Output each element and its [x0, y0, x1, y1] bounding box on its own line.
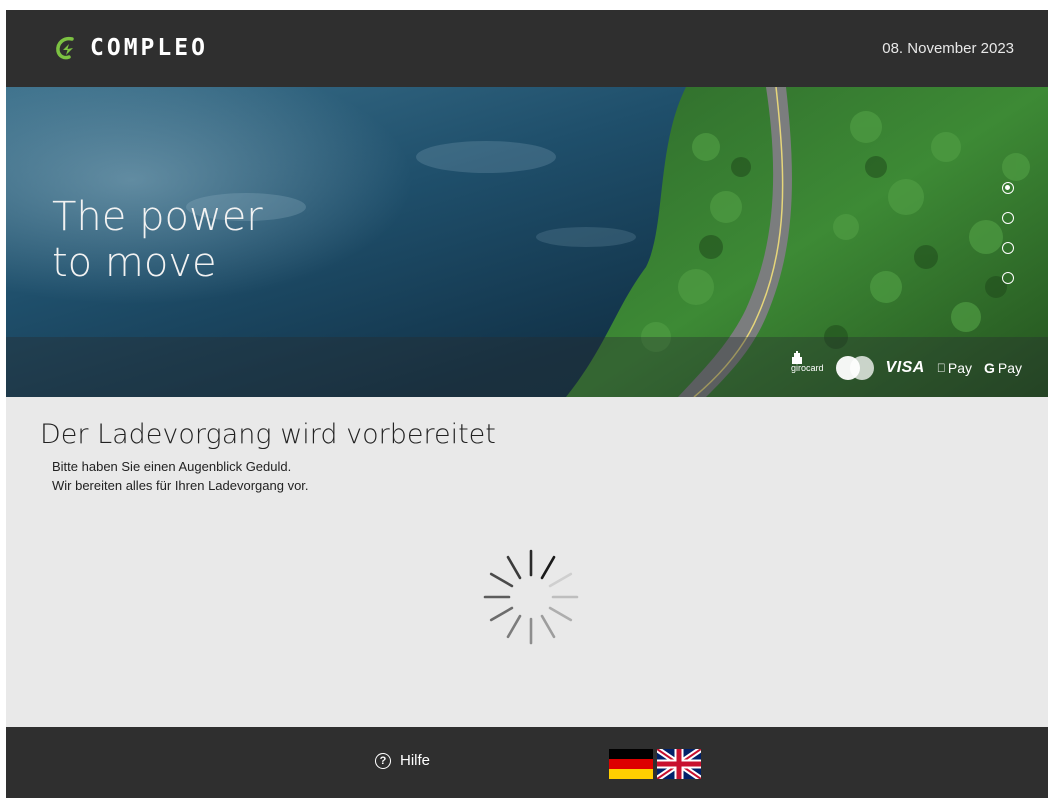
status-title: Der Ladevorgang wird vorbereitet — [40, 419, 496, 450]
tagline-line-1: The power — [52, 194, 263, 240]
tagline-line-2: to move — [52, 240, 217, 286]
hero-banner: The power to move girocard VISA Pay G Pa… — [6, 87, 1048, 397]
google-pay-logo: G Pay — [984, 360, 1022, 376]
status-panel: Der Ladevorgang wird vorbereitet Bitte h… — [6, 397, 1048, 727]
compleo-plug-icon — [56, 36, 74, 60]
top-bar: COMPLEO 08. November 2023 — [6, 10, 1048, 87]
charging-terminal-screen: COMPLEO 08. November 2023 The power to m… — [6, 10, 1048, 798]
carousel-indicators — [1002, 182, 1018, 302]
mastercard-icon — [835, 356, 874, 380]
language-selector — [609, 749, 701, 779]
brand-name: COMPLEO — [90, 35, 208, 61]
girocard-icon — [792, 351, 802, 364]
google-pay-label: Pay — [997, 360, 1022, 376]
apple-pay-logo:  Pay — [937, 360, 972, 376]
hero-tagline: The power to move — [52, 194, 263, 286]
payment-methods-bar: girocard VISA  Pay G Pay — [6, 337, 1048, 397]
current-date: 08. November 2023 — [882, 40, 1014, 57]
carousel-dot-3[interactable] — [1002, 242, 1014, 254]
help-label: Hilfe — [400, 752, 431, 769]
payment-logos: girocard VISA  Pay G Pay — [791, 351, 1022, 385]
loading-spinner-icon — [483, 549, 579, 645]
carousel-dot-2[interactable] — [1002, 212, 1014, 224]
status-message: Bitte haben Sie einen Augenblick Geduld.… — [52, 457, 309, 495]
google-pay-icon: G — [983, 360, 995, 376]
apple-pay-label: Pay — [947, 360, 972, 376]
girocard-logo: girocard — [791, 351, 824, 373]
visa-icon: VISA — [885, 359, 925, 376]
help-button[interactable]: ? Hilfe — [375, 752, 430, 769]
carousel-dot-1[interactable] — [1002, 182, 1014, 194]
apple-pay-icon:  — [937, 361, 946, 375]
status-message-line-1: Bitte haben Sie einen Augenblick Geduld. — [52, 459, 292, 474]
bottom-bar: ? Hilfe — [6, 727, 1048, 798]
german-flag-icon[interactable] — [609, 749, 653, 779]
status-message-line-2: Wir bereiten alles für Ihren Ladevorgang… — [52, 478, 309, 493]
compleo-logo: COMPLEO — [52, 32, 208, 64]
carousel-dot-4[interactable] — [1002, 272, 1014, 284]
uk-flag-icon[interactable] — [657, 749, 701, 779]
question-mark-icon: ? — [375, 752, 391, 769]
